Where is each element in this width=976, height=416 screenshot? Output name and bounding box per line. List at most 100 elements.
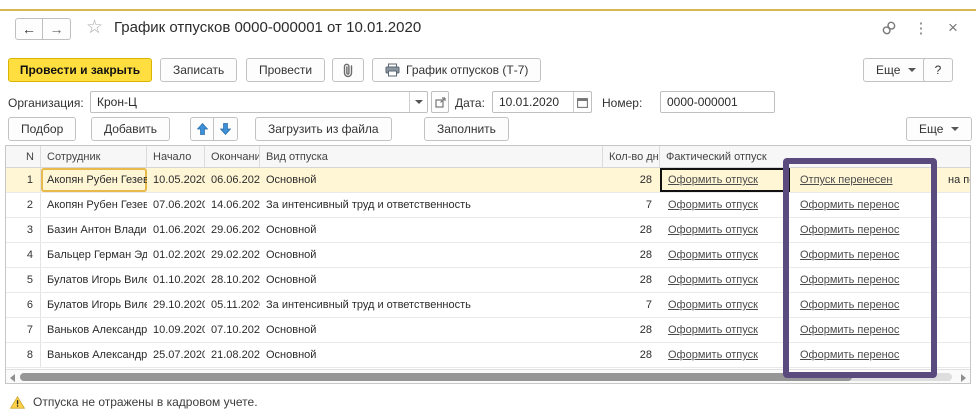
- table-row[interactable]: 8Ваньков Александр ...25.07.202021.08.20…: [6, 343, 970, 368]
- link-make-transfer[interactable]: Оформить перенос: [800, 249, 899, 261]
- number-input[interactable]: 0000-000001: [660, 91, 775, 113]
- cell-vacation-type[interactable]: Основной: [260, 268, 603, 292]
- cell-days-count[interactable]: 28: [603, 343, 660, 367]
- vacation-schedule-window: ← → ☆ График отпусков 0000-000001 от 10.…: [0, 0, 976, 416]
- close-icon[interactable]: ×: [944, 19, 962, 37]
- cell-start-date[interactable]: 10.09.2020: [147, 318, 205, 342]
- link-make-transfer[interactable]: Оформить перенос: [800, 224, 899, 236]
- organization-open-button[interactable]: [431, 91, 449, 113]
- help-button[interactable]: ?: [923, 58, 953, 82]
- title-bar: ← → ☆ График отпусков 0000-000001 от 10.…: [0, 15, 976, 43]
- post-button[interactable]: Провести: [246, 58, 325, 82]
- fill-button[interactable]: Заполнить: [424, 117, 509, 141]
- cell-end-date[interactable]: 28.10.2020: [205, 268, 260, 292]
- cell-start-date[interactable]: 29.10.2020: [147, 293, 205, 317]
- link-make-vacation[interactable]: Оформить отпуск: [668, 224, 758, 236]
- forward-button[interactable]: →: [43, 18, 71, 40]
- link-make-transfer[interactable]: Оформить перенос: [800, 324, 899, 336]
- cell-end-date[interactable]: 07.10.2020: [205, 318, 260, 342]
- cell-start-date[interactable]: 10.05.2020: [147, 168, 205, 192]
- cell-start-date[interactable]: 01.10.2020: [147, 268, 205, 292]
- cell-employee[interactable]: Базин Антон Владим...: [41, 218, 147, 242]
- cell-days-count[interactable]: 28: [603, 318, 660, 342]
- back-button[interactable]: ←: [15, 18, 43, 40]
- cell-employee[interactable]: Бальцер Герман Эду...: [41, 243, 147, 267]
- cell-end-date[interactable]: 29.02.2020: [205, 243, 260, 267]
- cell-employee[interactable]: Акопян Рубен Гезевич: [41, 193, 147, 217]
- link-make-transfer[interactable]: Оформить перенос: [800, 274, 899, 286]
- cell-end-date[interactable]: 29.06.2020: [205, 218, 260, 242]
- horizontal-scrollbar[interactable]: [6, 369, 970, 383]
- add-button[interactable]: Добавить: [91, 117, 170, 141]
- cell-employee[interactable]: Ваньков Александр ...: [41, 318, 147, 342]
- cell-end-date[interactable]: 05.11.2020: [205, 293, 260, 317]
- cell-start-date[interactable]: 25.07.2020: [147, 343, 205, 367]
- pick-button[interactable]: Подбор: [8, 117, 76, 141]
- link-make-vacation[interactable]: Оформить отпуск: [668, 349, 758, 361]
- link-make-vacation[interactable]: Оформить отпуск: [668, 324, 758, 336]
- cell-days-count[interactable]: 28: [603, 218, 660, 242]
- table-row[interactable]: 3Базин Антон Владим...01.06.202029.06.20…: [6, 218, 970, 243]
- table-more-button[interactable]: Еще: [906, 117, 972, 141]
- cell-vacation-type[interactable]: Основной: [260, 168, 603, 192]
- cell-employee[interactable]: Акопян Рубен Гезевич: [41, 168, 147, 192]
- cell-days-count[interactable]: 7: [603, 193, 660, 217]
- cell-days-count[interactable]: 28: [603, 168, 660, 192]
- cell-employee[interactable]: Булатов Игорь Вилен...: [41, 268, 147, 292]
- organization-combobox[interactable]: Крон-Ц: [90, 91, 428, 113]
- table-row[interactable]: 2Акопян Рубен Гезевич07.06.202014.06.202…: [6, 193, 970, 218]
- save-button[interactable]: Записать: [160, 58, 237, 82]
- table-row[interactable]: 4Бальцер Герман Эду...01.02.202029.02.20…: [6, 243, 970, 268]
- cell-end-date[interactable]: 06.06.2020: [205, 168, 260, 192]
- cell-days-count[interactable]: 7: [603, 293, 660, 317]
- chevron-down-icon: [908, 68, 916, 72]
- scroll-left-arrow-icon[interactable]: [10, 374, 15, 382]
- cell-end-date[interactable]: 14.06.2020: [205, 193, 260, 217]
- link-make-vacation[interactable]: Оформить отпуск: [668, 199, 758, 211]
- link-make-vacation[interactable]: Оформить отпуск: [668, 174, 758, 186]
- scrollbar-thumb[interactable]: [20, 373, 852, 381]
- link-make-vacation[interactable]: Оформить отпуск: [668, 274, 758, 286]
- cell-days-count[interactable]: 28: [603, 268, 660, 292]
- table-row[interactable]: 1Акопян Рубен Гезевич10.05.202006.06.202…: [6, 168, 970, 193]
- cell-vacation-type[interactable]: Основной: [260, 243, 603, 267]
- link-make-transfer[interactable]: Отпуск перенесен: [800, 174, 893, 186]
- favorite-star-icon[interactable]: ☆: [86, 16, 103, 39]
- date-calendar-button[interactable]: [573, 92, 591, 112]
- organization-dropdown-button[interactable]: [409, 92, 427, 112]
- cell-vacation-type[interactable]: За интенсивный труд и ответственность: [260, 193, 603, 217]
- link-make-vacation[interactable]: Оформить отпуск: [668, 249, 758, 261]
- table-row[interactable]: 5Булатов Игорь Вилен...01.10.202028.10.2…: [6, 268, 970, 293]
- cell-days-count[interactable]: 28: [603, 243, 660, 267]
- cell-row-number: 3: [6, 218, 41, 242]
- cell-end-date[interactable]: 21.08.2020: [205, 343, 260, 367]
- cell-vacation-type[interactable]: За интенсивный труд и ответственность: [260, 293, 603, 317]
- status-footer: Отпуска не отражены в кадровом учете.: [0, 391, 976, 413]
- load-from-file-button[interactable]: Загрузить из файла: [255, 117, 392, 141]
- more-menu-icon[interactable]: ⋮: [912, 19, 930, 37]
- print-t7-button[interactable]: График отпусков (Т-7): [372, 58, 541, 82]
- link-make-vacation[interactable]: Оформить отпуск: [668, 299, 758, 311]
- cell-start-date[interactable]: 01.02.2020: [147, 243, 205, 267]
- cell-employee[interactable]: Булатов Игорь Вилен...: [41, 293, 147, 317]
- cell-employee[interactable]: Ваньков Александр ...: [41, 343, 147, 367]
- cell-vacation-type[interactable]: Основной: [260, 218, 603, 242]
- post-and-close-button[interactable]: Провести и закрыть: [8, 58, 152, 82]
- move-down-button[interactable]: [214, 117, 238, 141]
- move-up-button[interactable]: [190, 117, 214, 141]
- cell-start-date[interactable]: 07.06.2020: [147, 193, 205, 217]
- cell-vacation-type[interactable]: Основной: [260, 318, 603, 342]
- cell-vacation-type[interactable]: Основной: [260, 343, 603, 367]
- cell-actual-vacation: Оформить отпуск: [660, 243, 790, 267]
- table-row[interactable]: 6Булатов Игорь Вилен...29.10.202005.11.2…: [6, 293, 970, 318]
- link-make-transfer[interactable]: Оформить перенос: [800, 299, 899, 311]
- attachments-button[interactable]: [332, 58, 364, 82]
- get-link-icon[interactable]: [880, 19, 898, 37]
- scroll-right-arrow-icon[interactable]: [961, 374, 966, 382]
- cell-start-date[interactable]: 01.06.2020: [147, 218, 205, 242]
- table-row[interactable]: 7Ваньков Александр ...10.09.202007.10.20…: [6, 318, 970, 343]
- link-make-transfer[interactable]: Оформить перенос: [800, 349, 899, 361]
- toolbar-more-button[interactable]: Еще: [863, 58, 929, 82]
- date-input[interactable]: 10.01.2020: [492, 91, 592, 113]
- link-make-transfer[interactable]: Оформить перенос: [800, 199, 899, 211]
